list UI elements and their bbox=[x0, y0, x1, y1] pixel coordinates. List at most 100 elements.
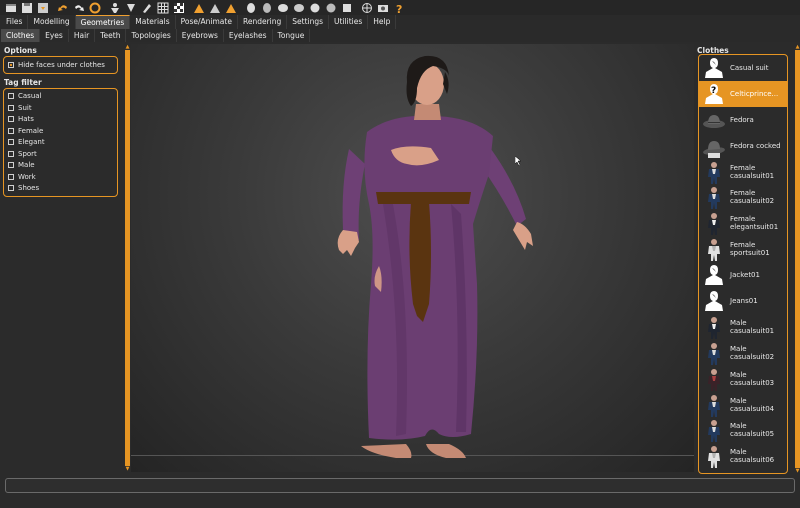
clothes-item[interactable]: Female sportsuit01 bbox=[699, 236, 787, 262]
human-model[interactable] bbox=[321, 54, 541, 464]
tag-checkbox[interactable] bbox=[8, 93, 14, 100]
hide-faces-checkbox-row[interactable]: Hide faces under clothes bbox=[8, 59, 113, 71]
tab-geometries[interactable]: Geometries bbox=[75, 15, 131, 29]
undo-icon[interactable] bbox=[56, 1, 70, 14]
reset-icon[interactable] bbox=[88, 1, 102, 14]
clothes-item[interactable]: Male casualsuit03 bbox=[699, 366, 787, 392]
head-left-icon[interactable] bbox=[276, 1, 290, 14]
tag-male-row[interactable]: Male bbox=[8, 160, 113, 172]
clothes-item[interactable]: Male casualsuit02 bbox=[699, 340, 787, 366]
tag-checkbox[interactable] bbox=[8, 116, 14, 123]
subtab-eyelashes[interactable]: Eyelashes bbox=[224, 29, 273, 42]
wireframe-icon[interactable] bbox=[360, 1, 374, 14]
clothes-thumbnail-icon bbox=[702, 108, 726, 132]
tag-work-row[interactable]: Work bbox=[8, 171, 113, 183]
head-front-icon[interactable] bbox=[244, 1, 258, 14]
pose-icon[interactable] bbox=[108, 1, 122, 14]
clothes-item-label: Male casualsuit05 bbox=[730, 422, 775, 439]
view-back-icon[interactable] bbox=[208, 1, 222, 14]
tab-modelling[interactable]: Modelling bbox=[28, 15, 76, 29]
save-icon[interactable] bbox=[20, 1, 34, 14]
tag-checkbox[interactable] bbox=[8, 162, 14, 169]
tag-elegant-row[interactable]: Elegant bbox=[8, 137, 113, 149]
tag-suit-row[interactable]: Suit bbox=[8, 102, 113, 114]
subtab-eyebrows[interactable]: Eyebrows bbox=[177, 29, 224, 42]
clothes-item[interactable]: Jacket01 bbox=[699, 262, 787, 288]
neck bbox=[414, 104, 441, 120]
clothes-item[interactable]: Casual suit bbox=[699, 55, 787, 81]
tab-utilities[interactable]: Utilities bbox=[329, 15, 369, 29]
subtab-eyes[interactable]: Eyes bbox=[40, 29, 69, 42]
grid-icon[interactable] bbox=[156, 1, 170, 14]
scroll-down-icon[interactable]: ▼ bbox=[125, 466, 130, 472]
clothes-item-label: Celticprince... bbox=[730, 89, 779, 98]
scroll-up-icon[interactable]: ▲ bbox=[795, 44, 800, 50]
clothes-item[interactable]: Fedora bbox=[699, 107, 787, 133]
view-front-icon[interactable] bbox=[192, 1, 206, 14]
subtab-tongue[interactable]: Tongue bbox=[273, 29, 311, 42]
head-top-icon[interactable] bbox=[308, 1, 322, 14]
subtab-topologies[interactable]: Topologies bbox=[126, 29, 177, 42]
clothes-item[interactable]: Fedora cocked bbox=[699, 133, 787, 159]
tag-checkbox[interactable] bbox=[8, 185, 14, 192]
tag-label: Elegant bbox=[18, 138, 45, 147]
help-icon[interactable]: ? bbox=[392, 1, 406, 14]
tag-checkbox[interactable] bbox=[8, 139, 14, 146]
head-right-icon[interactable] bbox=[292, 1, 306, 14]
subtab-hair[interactable]: Hair bbox=[69, 29, 96, 42]
sub-tab-bar: Clothes Eyes Hair Teeth Topologies Eyebrows Ey… bbox=[0, 29, 800, 42]
tag-checkbox[interactable] bbox=[8, 104, 14, 111]
clothes-thumbnail-icon bbox=[702, 134, 726, 158]
clothes-item-label: Female elegantsuit01 bbox=[730, 215, 779, 232]
load-icon[interactable] bbox=[36, 1, 50, 14]
tag-female-row[interactable]: Female bbox=[8, 125, 113, 137]
options-title: Options bbox=[4, 46, 37, 55]
checker-icon[interactable] bbox=[172, 1, 186, 14]
clothes-item-label: Female casualsuit01 bbox=[730, 163, 775, 180]
right-panel: Clothes Casual suit? Celticprince... Fedor… bbox=[694, 43, 800, 475]
symmetry-icon[interactable] bbox=[124, 1, 138, 14]
right-scrollbar[interactable]: ▲ ▼ bbox=[795, 44, 800, 474]
clothes-thumbnail-icon bbox=[702, 56, 726, 80]
scroll-up-icon[interactable]: ▲ bbox=[125, 44, 130, 50]
tab-help[interactable]: Help bbox=[368, 15, 397, 29]
tag-shoes-row[interactable]: Shoes bbox=[8, 183, 113, 195]
tab-rendering[interactable]: Rendering bbox=[238, 15, 288, 29]
scroll-down-icon[interactable]: ▼ bbox=[795, 468, 800, 474]
main-tab-bar: Files Modelling Geometries Materials Pose/An… bbox=[0, 15, 800, 29]
3d-viewport[interactable] bbox=[131, 44, 694, 472]
left-splitter-scrollbar[interactable]: ▲ ▼ bbox=[125, 44, 130, 472]
clothes-item[interactable]: Male casualsuit05 bbox=[699, 417, 787, 443]
clothes-item[interactable]: Jeans01 bbox=[699, 288, 787, 314]
screenshot-icon[interactable] bbox=[376, 1, 390, 14]
clothes-item[interactable]: ? Celticprince... bbox=[699, 80, 787, 107]
head-back-icon[interactable] bbox=[260, 1, 274, 14]
tab-materials[interactable]: Materials bbox=[130, 15, 176, 29]
clothes-thumbnail-icon bbox=[702, 185, 726, 210]
brush-icon[interactable] bbox=[140, 1, 154, 14]
tag-sport-row[interactable]: Sport bbox=[8, 148, 113, 160]
window-icon[interactable] bbox=[4, 1, 18, 14]
clothes-item[interactable]: Female casualsuit01 bbox=[699, 159, 787, 185]
tab-poseanimate[interactable]: Pose/Animate bbox=[176, 15, 238, 29]
tag-checkbox[interactable] bbox=[8, 173, 14, 180]
redo-icon[interactable] bbox=[72, 1, 86, 14]
head-bottom-icon[interactable] bbox=[324, 1, 338, 14]
tab-settings[interactable]: Settings bbox=[287, 15, 330, 29]
tag-checkbox[interactable] bbox=[8, 150, 14, 157]
subtab-teeth[interactable]: Teeth bbox=[95, 29, 127, 42]
left-hand bbox=[337, 230, 359, 256]
tag-hats-row[interactable]: Hats bbox=[8, 114, 113, 126]
clothes-item[interactable]: Male casualsuit06 bbox=[699, 443, 787, 469]
reset-camera-icon[interactable] bbox=[340, 1, 354, 14]
tag-casual-row[interactable]: Casual bbox=[8, 91, 113, 103]
clothes-item[interactable]: Female casualsuit02 bbox=[699, 184, 787, 210]
tab-files[interactable]: Files bbox=[1, 15, 29, 29]
view-left-icon[interactable] bbox=[224, 1, 238, 14]
subtab-clothes[interactable]: Clothes bbox=[1, 29, 41, 42]
clothes-item[interactable]: Female elegantsuit01 bbox=[699, 210, 787, 236]
clothes-item[interactable]: Male casualsuit04 bbox=[699, 392, 787, 418]
clothes-item[interactable]: Male casualsuit01 bbox=[699, 314, 787, 340]
tag-checkbox[interactable] bbox=[8, 127, 14, 134]
hide-faces-checkbox[interactable] bbox=[8, 61, 14, 68]
